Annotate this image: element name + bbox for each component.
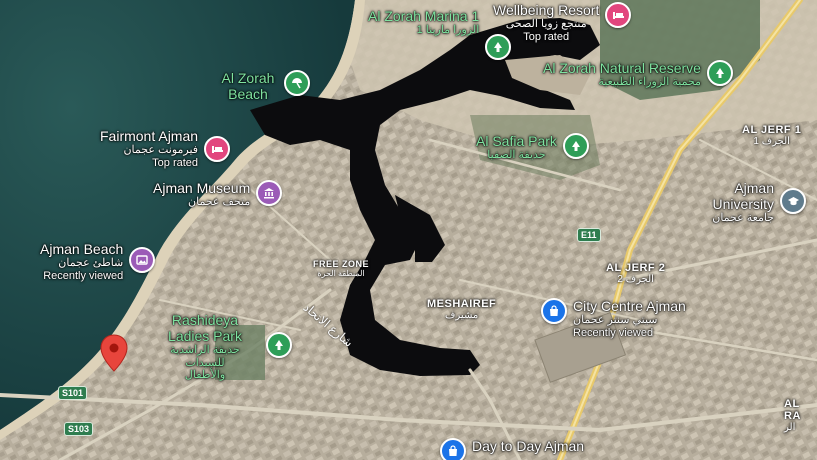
poi-arabic-name: حديقة الراشدية للسيدات والأطفال [170,344,240,382]
area-arabic-name: الجرف 2 [617,274,654,286]
poi-al-zorah-marina-1[interactable]: Al Zorah Marina 1 الزورا مارينا 1 [368,8,512,60]
area-label-al-jerf-1: AL JERF 1 الجرف 1 [742,124,801,147]
tree-icon [706,60,733,86]
poi-name: Rashideya Ladies Park [168,312,242,345]
bed-icon [204,136,231,162]
graduation-cap-icon [780,188,806,214]
poi-arabic-name: حديقة الصفيا [487,149,546,162]
location-pin-icon[interactable] [100,334,128,372]
area-arabic-name: مشيرف [445,310,479,322]
poi-day-to-day-ajman[interactable]: Day to Day Ajman [440,438,584,460]
poi-name: Wellbeing Resort [493,2,600,18]
road-shield-s103: S103 [64,422,94,436]
poi-ajman-beach[interactable]: Ajman Beach شاطئ عجمان Recently viewed [40,241,156,282]
poi-fairmont-ajman[interactable]: Fairmont Ajman فيرمونت عجمان Top rated [100,128,231,169]
poi-al-zorah-natural-reserve[interactable]: Al Zorah Natural Reserve محمية الزوراء ا… [543,60,733,89]
map-canvas[interactable]: Al Zorah Marina 1 الزورا مارينا 1 Wellbe… [0,0,817,460]
poi-name: City Centre Ajman [573,298,686,314]
area-arabic-name: الر [784,422,796,434]
area-label-al-ra: AL RA الر [784,398,817,433]
poi-city-centre-ajman[interactable]: City Centre Ajman سيتي سنتر عجمان Recent… [541,298,686,339]
bed-icon [605,2,632,28]
poi-arabic-name: سيتي سنتر عجمان [573,314,658,327]
poi-al-safia-park[interactable]: Al Safia Park حديقة الصفيا [476,133,589,162]
poi-name: Al Zorah Beach [221,70,275,103]
poi-arabic-name: فيرمونت عجمان [123,144,199,157]
road-shield-s101: S101 [58,386,88,400]
poi-name: Day to Day Ajman [472,438,585,454]
shopping-bag-icon [440,438,466,460]
poi-subtitle: Recently viewed [573,326,654,339]
poi-subtitle: Recently viewed [43,269,124,282]
area-arabic-name: الجرف 1 [753,136,790,148]
poi-name: Al Zorah Natural Reserve [543,60,701,76]
poi-ajman-museum[interactable]: Ajman Museum متحف عجمان [153,180,283,209]
poi-arabic-name: الزورا مارينا 1 [416,24,480,37]
poi-name: Ajman Museum [153,180,251,196]
shopping-bag-icon [541,298,567,324]
tree-icon [266,332,292,358]
area-label-meshaireff: MESHAIREF مشيرف [427,298,496,321]
road-shield-e11: E11 [577,228,601,242]
area-name: AL RA [784,398,801,423]
poi-arabic-name: جامعة عجمان [712,212,774,225]
area-name: AL JERF 2 [606,262,666,274]
poi-ajman-university[interactable]: Ajman University جامعة عجمان [704,180,806,225]
poi-al-zorah-beach[interactable]: Al Zorah Beach [218,70,310,102]
area-name: MESHAIREF [427,298,497,310]
poi-name: Al Zorah Marina 1 [368,8,480,24]
poi-arabic-name: منتجع زويا الصحى [505,18,587,31]
area-label-free-zone: FREE ZONE المنطقة الحرة [313,259,369,279]
museum-icon [256,180,283,206]
poi-wellbeing-resort[interactable]: Wellbeing Resort منتجع زويا الصحى Top ra… [493,2,632,43]
poi-arabic-name: محمية الزوراء الطبيعية [598,76,701,89]
poi-rashideya-ladies-park[interactable]: Rashideya Ladies Park حديقة الراشدية للس… [150,312,292,382]
beach-umbrella-icon [284,70,310,96]
poi-name: Fairmont Ajman [100,128,199,144]
poi-subtitle: Top rated [523,30,570,43]
photo-icon [129,247,156,273]
poi-subtitle: Top rated [152,156,199,169]
poi-name: Ajman University [712,180,774,213]
area-name: AL JERF 1 [742,124,802,136]
area-label-al-jerf-2: AL JERF 2 الجرف 2 [606,262,665,285]
poi-name: Al Safia Park [476,133,557,149]
area-arabic-name: المنطقة الحرة [317,268,365,278]
poi-name: Ajman Beach [40,241,124,257]
tree-icon [562,133,589,159]
poi-arabic-name: متحف عجمان [188,196,251,209]
poi-arabic-name: شاطئ عجمان [58,257,124,270]
